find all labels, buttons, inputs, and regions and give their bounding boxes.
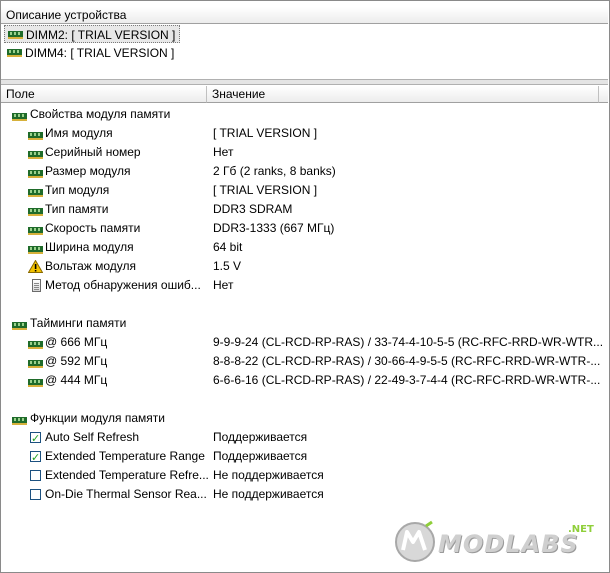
grid-row[interactable]: Auto Self Refresh Поддерживается (1, 428, 601, 448)
row-value: 1.5 V (213, 259, 242, 273)
device-item-dimm4[interactable]: DIMM4: [ TRIAL VERSION ] (4, 44, 174, 62)
group-header-props[interactable]: Свойства модуля памяти (1, 105, 601, 124)
row-field-label: @ 666 МГц (45, 335, 108, 349)
row-field-label: Auto Self Refresh (45, 430, 140, 444)
group-title: Тайминги памяти (30, 316, 127, 330)
grid-row[interactable]: On-Die Thermal Sensor Rea... Не поддержив… (1, 485, 601, 504)
row-value: [ TRIAL VERSION ] (213, 183, 318, 197)
grid-row[interactable]: Серийный номер Нет (1, 143, 601, 162)
grid-row[interactable]: Вольтаж модуля 1.5 V (1, 257, 601, 276)
pane-splitter[interactable] (1, 79, 608, 85)
row-value: Нет (213, 145, 234, 159)
row-field-label: Extended Temperature Range (45, 449, 205, 463)
row-value: 2 Гб (2 ranks, 8 banks) (213, 164, 336, 178)
group-title: Свойства модуля памяти (30, 107, 171, 121)
grid-row[interactable]: @ 444 МГц 6-6-6-16 (CL-RCD-RP-RAS) / 22-4… (1, 371, 601, 390)
row-value: DDR3-1333 (667 МГц) (213, 221, 335, 235)
device-item-dimm2[interactable]: DIMM2: [ TRIAL VERSION ] (4, 25, 181, 43)
row-field-label: Ширина модуля (45, 240, 134, 254)
memory-module-icon (8, 31, 23, 39)
memory-module-icon (28, 185, 43, 197)
memory-module-icon (28, 356, 43, 368)
device-item-label: DIMM2: [ TRIAL VERSION ] (26, 28, 176, 42)
grid-row[interactable]: Тип памяти DDR3 SDRAM (1, 200, 601, 219)
row-field-label: Скорость памяти (45, 221, 141, 235)
checkbox-checked-icon[interactable] (30, 429, 41, 448)
modlabs-logo-text: MODLABS (438, 530, 579, 558)
grid-row[interactable]: Extended Temperature Range Поддерживается (1, 447, 601, 467)
row-field-label: @ 592 МГц (45, 354, 108, 368)
device-description-header[interactable]: Описание устройства (1, 7, 608, 24)
properties-grid: Поле Значение Свойства модуля памяти Имя … (1, 86, 608, 571)
row-field-label: Вольтаж модуля (45, 259, 137, 273)
memory-module-icon (28, 204, 43, 216)
row-value: Не поддерживается (213, 487, 324, 501)
row-value: Поддерживается (213, 449, 308, 463)
row-field-label: On-Die Thermal Sensor Rea... (45, 487, 207, 501)
grid-row[interactable]: Метод обнаружения ошиб... Нет (1, 276, 601, 295)
group-header-features[interactable]: Функции модуля памяти (1, 409, 601, 428)
row-field-label: Серийный номер (45, 145, 141, 159)
row-value: Не поддерживается (213, 468, 324, 482)
row-value: DDR3 SDRAM (213, 202, 293, 216)
grid-row[interactable]: Ширина модуля 64 bit (1, 238, 601, 257)
row-field-label: Метод обнаружения ошиб... (45, 278, 201, 292)
memory-module-icon (28, 166, 43, 178)
warning-icon (27, 259, 44, 273)
column-header-value[interactable]: Значение (207, 86, 599, 103)
checkbox-checked-icon[interactable] (30, 448, 41, 467)
grid-row[interactable]: @ 666 МГц 9-9-9-24 (CL-RCD-RP-RAS) / 33-7… (1, 333, 604, 352)
row-field-label: Тип модуля (45, 183, 110, 197)
row-field-label: Размер модуля (45, 164, 131, 178)
document-icon (32, 279, 41, 292)
row-value: Нет (213, 278, 234, 292)
group-header-timings[interactable]: Тайминги памяти (1, 314, 601, 333)
grid-row[interactable]: Имя модуля [ TRIAL VERSION ] (1, 124, 601, 143)
grid-row[interactable]: Тип модуля [ TRIAL VERSION ] (1, 181, 601, 200)
modlabs-logo: MODLABS .NET (392, 518, 602, 566)
row-field-label: Extended Temperature Refre... (45, 468, 209, 482)
row-value: [ TRIAL VERSION ] (213, 126, 318, 140)
memory-module-icon (28, 337, 43, 349)
checkbox-unchecked-icon[interactable] (30, 489, 41, 500)
row-field-label: Имя модуля (45, 126, 113, 140)
grid-row[interactable]: Скорость памяти DDR3-1333 (667 МГц) (1, 219, 601, 238)
checkbox-unchecked-icon[interactable] (30, 470, 41, 481)
column-header-filler (599, 86, 608, 103)
modlabs-logo-suffix: .NET (568, 524, 594, 535)
row-field-label: @ 444 МГц (45, 373, 108, 387)
row-value: 8-8-8-22 (CL-RCD-RP-RAS) / 30-66-4-9-5-5… (213, 354, 601, 368)
device-item-label: DIMM4: [ TRIAL VERSION ] (25, 46, 175, 60)
modlabs-logo-mark (395, 520, 435, 562)
grid-row[interactable]: @ 592 МГц 8-8-8-22 (CL-RCD-RP-RAS) / 30-6… (1, 352, 601, 371)
memory-module-icon (28, 242, 43, 254)
row-value: 6-6-6-16 (CL-RCD-RP-RAS) / 22-49-3-7-4-4… (213, 373, 601, 387)
memory-module-icon (28, 128, 43, 140)
grid-row[interactable]: Размер модуля 2 Гб (2 ranks, 8 banks) (1, 162, 601, 181)
row-value: 64 bit (213, 240, 243, 254)
memory-module-icon (28, 223, 43, 235)
memory-module-icon (28, 375, 43, 387)
group-title: Функции модуля памяти (30, 411, 165, 425)
memory-module-icon (28, 147, 43, 159)
memory-module-icon (7, 49, 22, 57)
device-description-pane: Описание устройства DIMM2: [ TRIAL VERSI… (1, 1, 608, 79)
row-value: 9-9-9-24 (CL-RCD-RP-RAS) / 33-74-4-10-5-… (213, 335, 604, 349)
column-header-field[interactable]: Поле (1, 86, 207, 103)
grid-row[interactable]: Extended Temperature Refre... Не поддержи… (1, 466, 601, 485)
row-field-label: Тип памяти (45, 202, 109, 216)
row-value: Поддерживается (213, 430, 308, 444)
